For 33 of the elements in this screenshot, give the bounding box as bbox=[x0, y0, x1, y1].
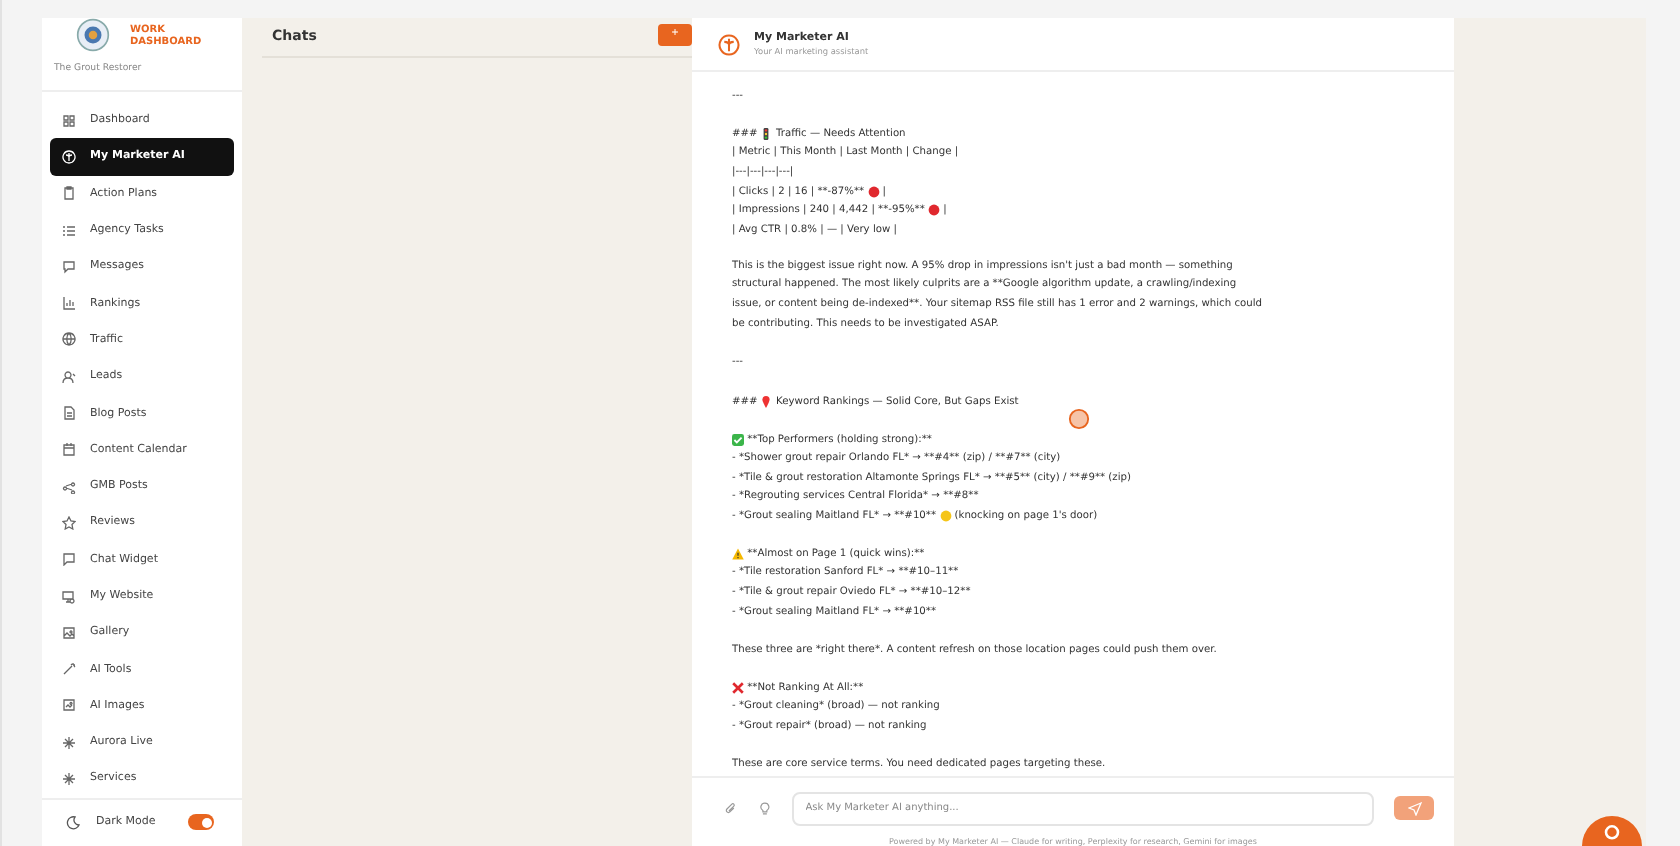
person-icon bbox=[62, 369, 76, 384]
grid-icon bbox=[62, 113, 76, 128]
pin-icon bbox=[760, 395, 773, 408]
send-icon bbox=[1407, 801, 1422, 815]
alert-dot-icon bbox=[867, 185, 880, 197]
cursor-icon bbox=[1068, 408, 1090, 430]
cross-icon bbox=[732, 681, 744, 694]
calendar-icon bbox=[62, 442, 76, 457]
image-icon bbox=[62, 698, 76, 713]
lightbulb-icon[interactable] bbox=[757, 801, 772, 815]
sparkle-icon bbox=[62, 771, 76, 786]
logo-icon bbox=[76, 18, 110, 52]
bar-chart-icon bbox=[62, 296, 76, 311]
star-icon bbox=[62, 515, 76, 530]
chat-bubble-icon bbox=[62, 259, 76, 274]
paperclip-icon[interactable] bbox=[724, 801, 738, 815]
monitor-icon bbox=[62, 589, 76, 603]
share-icon bbox=[62, 479, 76, 494]
globe-icon bbox=[62, 332, 76, 347]
clipboard-icon bbox=[62, 186, 76, 201]
wand-icon bbox=[62, 662, 76, 677]
sparkle-icon bbox=[62, 735, 76, 750]
dark-mode-toggle[interactable] bbox=[188, 814, 214, 831]
document-icon bbox=[62, 406, 76, 421]
send-button[interactable] bbox=[1394, 796, 1435, 820]
alert-dot-icon bbox=[928, 204, 941, 217]
moon-icon bbox=[66, 815, 80, 830]
check-icon bbox=[732, 433, 744, 446]
circle-icon bbox=[939, 509, 952, 522]
image-icon bbox=[62, 625, 76, 640]
warning-icon bbox=[732, 547, 744, 560]
chat-bubble-icon bbox=[62, 552, 76, 567]
list-icon bbox=[62, 223, 76, 238]
